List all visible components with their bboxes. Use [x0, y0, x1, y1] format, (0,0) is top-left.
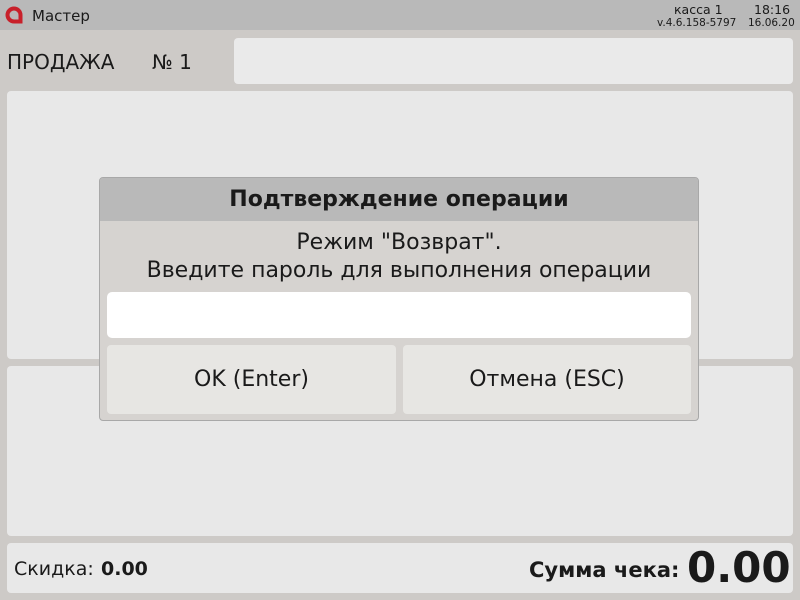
ok-button[interactable]: OK (Enter): [107, 345, 396, 414]
dialog-title: Подтверждение операции: [100, 178, 698, 221]
red-circle-logo-icon: [5, 6, 23, 24]
top-bar: Мастер касса 1 18:16 v.4.6.158-5797 16.0…: [0, 0, 800, 30]
sale-mode-label: ПРОДАЖА: [7, 50, 115, 74]
clock-time: 18:16: [754, 2, 791, 17]
cancel-button[interactable]: Отмена (ESC): [403, 345, 691, 414]
version-label: v.4.6.158-5797: [657, 17, 737, 29]
user-name: Мастер: [32, 7, 90, 25]
date-label: 16.06.20: [748, 17, 795, 29]
sale-info-field: [234, 38, 793, 84]
password-input[interactable]: [107, 292, 691, 338]
receipt-number: № 1: [152, 50, 192, 74]
dialog-message-prompt: Введите пароль для выполнения операции: [146, 258, 652, 283]
confirm-dialog: Подтверждение операции Режим "Возврат". …: [99, 177, 699, 421]
discount-label: Скидка:: [14, 558, 94, 580]
register-label: касса 1: [674, 2, 723, 17]
total-label: Сумма чека:: [529, 558, 680, 582]
total-value: 0.00: [687, 543, 791, 592]
dialog-message-mode: Режим "Возврат".: [296, 230, 502, 255]
discount-value: 0.00: [101, 558, 148, 580]
